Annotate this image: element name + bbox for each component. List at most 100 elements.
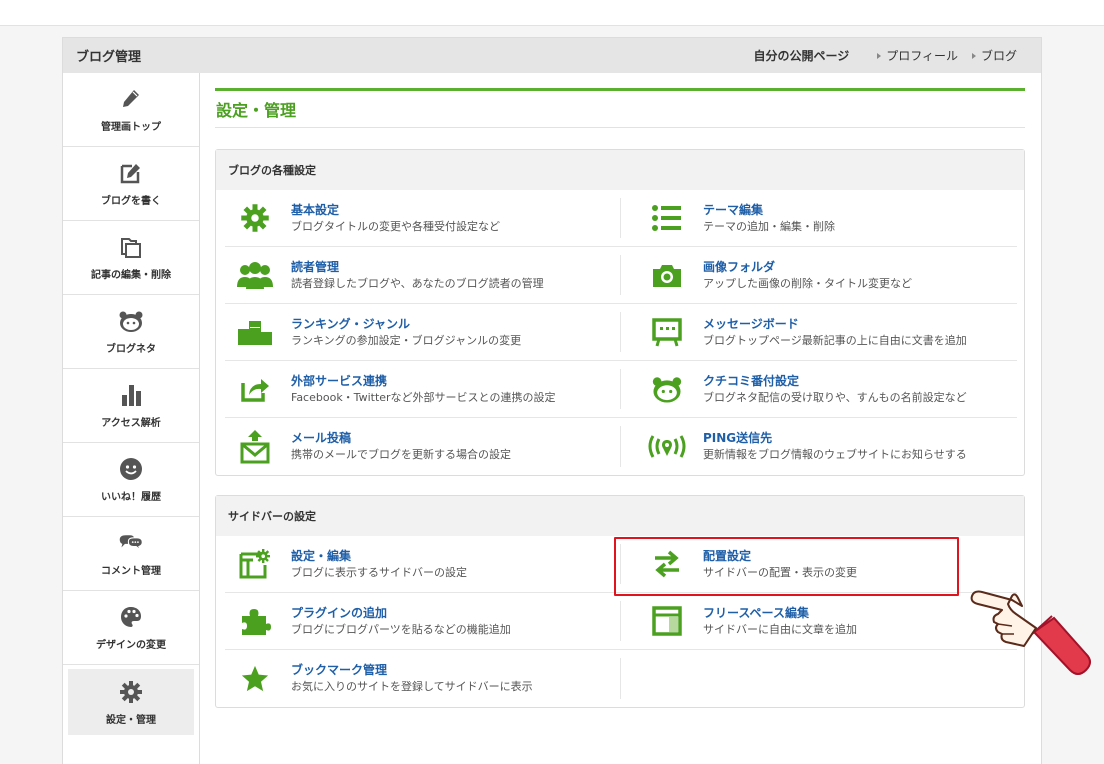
panel-title: ブログ管理 [76,50,142,65]
setting-title[interactable]: プラグインの追加 [291,605,511,621]
setting-desc: 更新情報をブログ情報のウェブサイトにお知らせする [703,448,967,461]
sidebar-item-design[interactable]: デザインの変更 [63,591,199,665]
setting-desc: サイドバーに自由に文章を追加 [703,622,857,636]
layout-gear-icon [233,544,277,584]
sidebar-item-label: いいね！履歴 [101,492,161,503]
sidebar-item-label: デザインの変更 [96,640,166,651]
setting-desc: ブログトップページ最新記事の上に自由に文書を追加 [703,333,967,347]
sidebar-item-settings[interactable]: 設定・管理 [68,669,194,735]
sidebar-setting-bookmarks[interactable]: ブックマーク管理 お気に入りのサイトを登録してサイドバーに表示 [225,650,621,707]
sidebar-item-label: 記事の編集・削除 [91,270,171,281]
sidebar-item-label: ブログネタ [106,344,156,355]
setting-desc: ブログタイトルの変更や各種受付設定など [291,219,500,233]
setting-title[interactable]: ブックマーク管理 [291,662,533,678]
broadcast-icon [645,427,689,467]
setting-ping-destinations[interactable]: PING送信先 更新情報をブログ情報のウェブサイトにお知らせする [621,418,1017,475]
sidebar-settings-section: サイドバーの設定 設定・編集 ブログに表示するサイドバーの設定 配置設定 サイド… [215,495,1025,708]
setting-title[interactable]: 基本設定 [291,202,500,218]
blog-link[interactable]: ブログ [972,47,1017,64]
sidebar-item-like-history[interactable]: いいね！履歴 [63,443,199,517]
puzzle-icon [233,601,277,641]
settings-grid: 基本設定 ブログタイトルの変更や各種受付設定など テーマ編集 テーマの追加・編集… [216,190,1024,475]
setting-message-board[interactable]: メッセージボード ブログトップページ最新記事の上に自由に文書を追加 [621,304,1017,361]
sidebar-item-blog-neta[interactable]: ブログネタ [63,295,199,369]
top-bar [0,0,1104,26]
list-icon [645,198,689,238]
setting-title[interactable]: 画像フォルダ [703,259,912,275]
blog-management-panel: ブログ管理 自分の公開ページ プロフィール ブログ 管理画トップ ブログを書く … [62,37,1042,764]
setting-desc: テーマの追加・編集・削除 [703,219,835,233]
setting-title[interactable]: 読者管理 [291,259,544,275]
setting-basic[interactable]: 基本設定 ブログタイトルの変更や各種受付設定など [225,190,621,247]
settings-grid: 設定・編集 ブログに表示するサイドバーの設定 配置設定 サイドバーの配置・表示の… [216,536,1024,707]
sidebar-item-write-blog[interactable]: ブログを書く [63,147,199,221]
empty-cell [621,650,1017,707]
gear-icon [118,679,144,705]
setting-theme-edit[interactable]: テーマ編集 テーマの追加・編集・削除 [621,190,1017,247]
blog-settings-section: ブログの各種設定 基本設定 ブログタイトルの変更や各種受付設定など テーマ編集 … [215,149,1025,476]
setting-desc: ブログネタ配信の受け取りや、すんもの名前設定など [703,390,967,404]
edit-icon [118,160,144,186]
setting-title[interactable]: クチコミ番付設定 [703,373,967,389]
setting-desc: Facebook・Twitterなど外部サービスとの連携の設定 [291,390,556,404]
swap-arrows-icon [645,544,689,584]
setting-desc: サイドバーの配置・表示の変更 [703,565,857,579]
setting-desc: アップした画像の削除・タイトル変更など [703,276,912,290]
setting-desc: 読者登録したブログや、あなたのブログ読者の管理 [291,276,544,290]
mail-upload-icon [233,427,277,467]
page-title: 設定・管理 [216,101,297,120]
setting-image-folder[interactable]: 画像フォルダ アップした画像の削除・タイトル変更など [621,247,1017,304]
camera-icon [645,255,689,295]
setting-readers[interactable]: 読者管理 読者登録したブログや、あなたのブログ読者の管理 [225,247,621,304]
setting-ranking-genre[interactable]: ランキング・ジャンル ランキングの参加設定・ブログジャンルの変更 [225,304,621,361]
sidebar-item-comments[interactable]: コメント管理 [63,517,199,591]
panel-header: ブログ管理 自分の公開ページ プロフィール ブログ [63,38,1041,73]
gear-icon [233,198,277,238]
setting-title[interactable]: フリースペース編集 [703,605,857,621]
header-links: 自分の公開ページ プロフィール ブログ [753,47,1017,64]
sidebar-setting-plugins[interactable]: プラグインの追加 ブログにブログパーツを貼るなどの機能追加 [225,593,621,650]
podium-icon [233,312,277,352]
sidebar-setting-edit[interactable]: 設定・編集 ブログに表示するサイドバーの設定 [225,536,621,593]
sidebar-item-label: コメント管理 [101,566,161,577]
sidebar-setting-placement[interactable]: 配置設定 サイドバーの配置・表示の変更 [621,536,1017,593]
setting-desc: お気に入りのサイトを登録してサイドバーに表示 [291,680,533,693]
setting-title[interactable]: ランキング・ジャンル [291,316,521,332]
sidebar-item-label: ブログを書く [101,196,161,207]
setting-desc: ランキングの参加設定・ブログジャンルの変更 [291,333,522,347]
setting-mail-post[interactable]: メール投稿 携帯のメールでブログを更新する場合の設定 [225,418,621,475]
star-icon [233,659,277,699]
setting-title[interactable]: PING送信先 [703,430,967,446]
setting-title[interactable]: テーマ編集 [703,202,835,218]
message-board-icon [645,312,689,352]
sidebar-item-label: 設定・管理 [106,714,156,726]
profile-link[interactable]: プロフィール [877,47,958,64]
setting-title[interactable]: 設定・編集 [291,548,467,564]
main-content: 設定・管理 ブログの各種設定 基本設定 ブログタイトルの変更や各種受付設定など [215,88,1025,708]
sidebar-nav: 管理画トップ ブログを書く 記事の編集・削除 ブログネタ アクセス解析 いいね！… [63,73,200,764]
setting-title[interactable]: 外部サービス連携 [291,373,555,389]
free-space-icon [645,601,689,641]
my-public-page-link[interactable]: 自分の公開ページ [753,47,849,64]
pointing-hand-icon [970,590,1091,675]
section-heading: ブログの各種設定 [216,150,1024,190]
sidebar-item-edit-delete[interactable]: 記事の編集・削除 [63,221,199,295]
share-icon [233,369,277,409]
setting-title[interactable]: メッセージボード [703,316,967,332]
smiley-icon [118,456,144,482]
setting-desc: 携帯のメールでブログを更新する場合の設定 [291,448,511,461]
setting-external-services[interactable]: 外部サービス連携 Facebook・Twitterなど外部サービスとの連携の設定 [225,361,621,418]
sidebar-item-access-analysis[interactable]: アクセス解析 [63,369,199,443]
mascot-icon [645,369,689,409]
comment-bubbles-icon [118,530,144,556]
sidebar-item-admin-top[interactable]: 管理画トップ [63,73,199,147]
palette-icon [118,604,144,630]
sidebar-setting-free-space[interactable]: フリースペース編集 サイドバーに自由に文章を追加 [621,593,1017,650]
setting-kuchikomi-banzuke[interactable]: クチコミ番付設定 ブログネタ配信の受け取りや、すんもの名前設定など [621,361,1017,418]
documents-icon [118,234,144,260]
setting-title[interactable]: メール投稿 [291,430,511,446]
setting-title[interactable]: 配置設定 [703,548,857,564]
bar-chart-icon [118,382,144,408]
setting-desc: ブログに表示するサイドバーの設定 [291,565,467,579]
mascot-icon [118,308,144,334]
